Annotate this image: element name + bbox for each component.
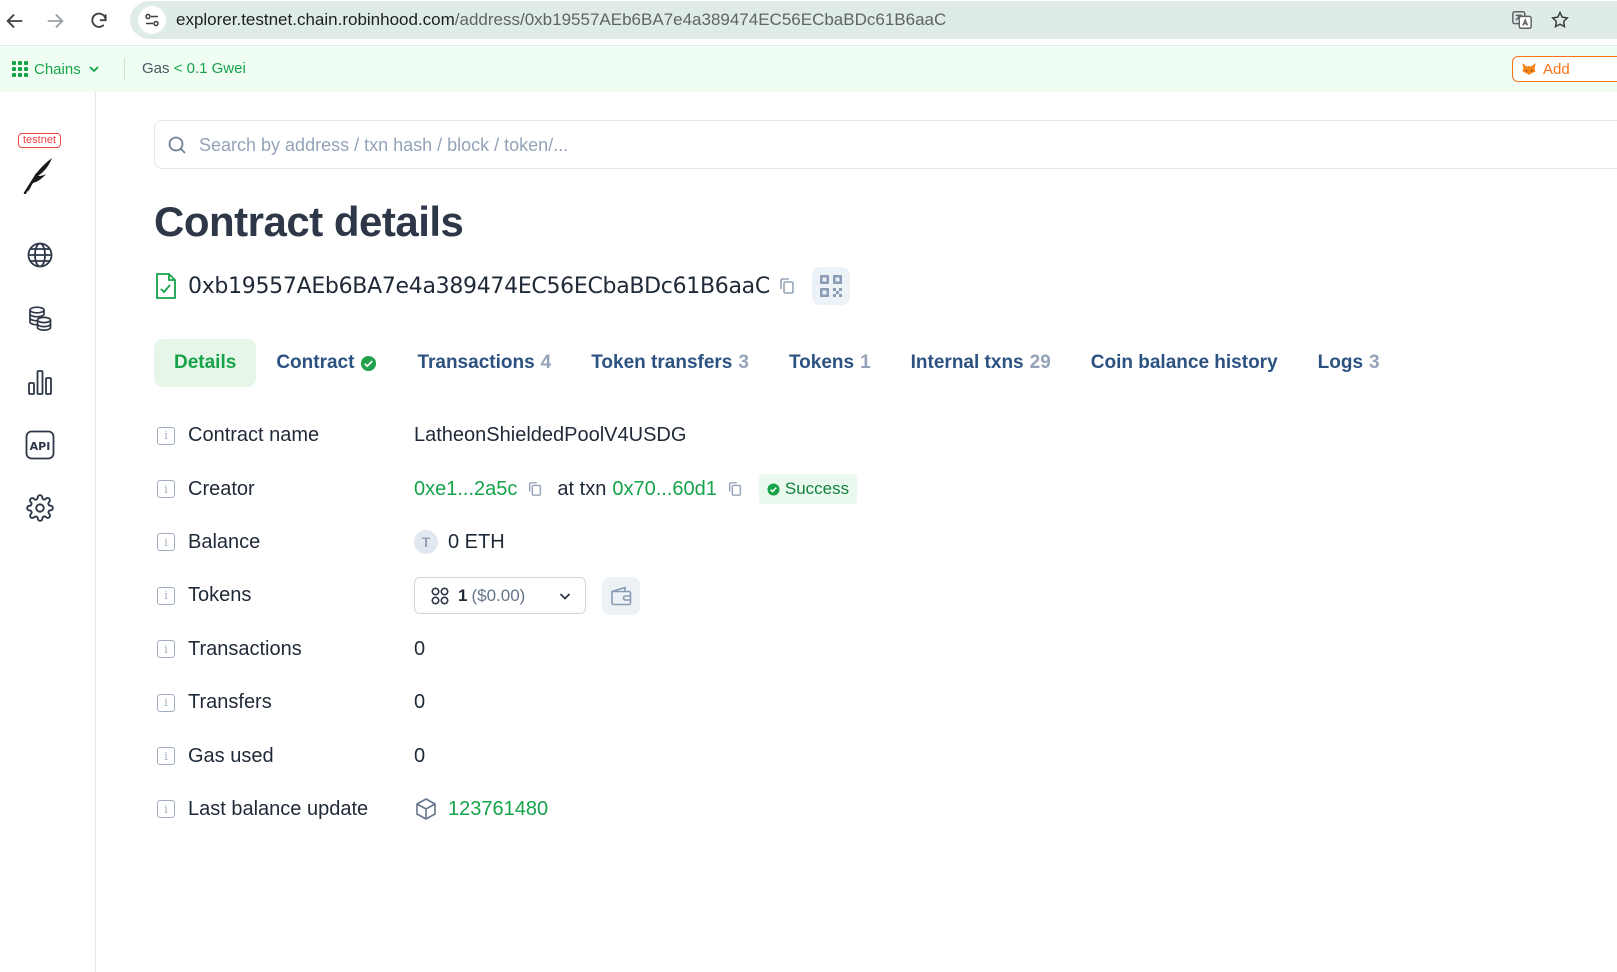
detail-row-contract-name: i Contract name LatheonShieldedPoolV4USD… [154, 409, 1254, 462]
info-icon[interactable]: i [157, 586, 175, 605]
chevron-down-icon [559, 593, 571, 600]
api-icon[interactable]: API [22, 427, 58, 463]
browser-toolbar: explorer.testnet.chain.robinhood.com/add… [0, 0, 1617, 46]
detail-label: Transfers [188, 691, 272, 714]
native-coin-icon: T [414, 530, 438, 555]
block-cube-icon [416, 798, 436, 821]
search-icon [168, 136, 186, 154]
tokens-value: 1 ($0.00) [414, 576, 640, 615]
gas-price: Gas < 0.1 Gwei [142, 60, 246, 77]
copy-icon[interactable] [778, 277, 796, 295]
testnet-badge: testnet [18, 133, 62, 148]
detail-label: Gas used [188, 744, 274, 767]
tab-transactions[interactable]: Transactions 4 [397, 339, 571, 387]
connect-wallet-button[interactable]: Add [1512, 56, 1617, 82]
top-info-bar: Chains Gas < 0.1 Gwei Add [0, 46, 1617, 92]
balance-value: T 0 ETH [414, 530, 505, 555]
reload-icon[interactable] [84, 6, 114, 36]
detail-label: Contract name [188, 424, 320, 447]
tab-logs[interactable]: Logs 3 [1298, 339, 1400, 387]
chevron-down-icon [89, 66, 99, 73]
contract-address: 0xb19557AEb6BA7e4a389474EC56ECbaBDc61B6a… [188, 273, 770, 299]
detail-label: Transactions [188, 637, 302, 660]
bar-chart-icon[interactable] [22, 364, 58, 400]
tokens-grid-icon [431, 587, 449, 605]
detail-row-transactions: i Transactions 0 [154, 623, 1254, 676]
qr-code-icon [819, 275, 842, 297]
bookmark-star-icon[interactable] [1546, 6, 1574, 34]
at-txn-label: at txn [557, 477, 607, 500]
info-icon[interactable]: i [157, 426, 175, 445]
detail-row-last-balance-update: i Last balance update 123761480 [154, 783, 1254, 836]
detail-row-transfers: i Transfers 0 [154, 676, 1254, 729]
coins-icon[interactable] [22, 300, 58, 336]
metamask-fox-icon [1522, 63, 1536, 75]
page-title: Contract details [154, 198, 464, 245]
info-icon[interactable]: i [157, 693, 175, 712]
tab-contract[interactable]: Contract [256, 339, 397, 387]
chains-label: Chains [34, 60, 81, 78]
tab-internal-txns[interactable]: Internal txns 29 [891, 339, 1071, 387]
creation-txn-link[interactable]: 0x70...60d1 [612, 478, 717, 501]
apps-grid-icon [12, 61, 28, 77]
info-icon[interactable]: i [157, 747, 175, 766]
connect-wallet-label: Add [1543, 60, 1570, 78]
creator-address-link[interactable]: 0xe1...2a5c [414, 478, 517, 501]
address-tabs: Details Contract Transactions 4 Token tra… [154, 339, 1400, 387]
details-list: i Contract name LatheonShieldedPoolV4USD… [154, 409, 1254, 836]
detail-row-creator: i Creator 0xe1...2a5c at txn 0x70...60d1… [154, 462, 1254, 515]
wallet-button[interactable] [602, 576, 640, 615]
tab-tokens[interactable]: Tokens 1 [769, 339, 891, 387]
contract-name-value: LatheonShieldedPoolV4USDG [414, 424, 687, 447]
site-settings-icon[interactable] [138, 6, 166, 34]
detail-row-balance: i Balance T 0 ETH [154, 516, 1254, 569]
gas-used-value: 0 [414, 744, 426, 767]
verified-check-icon [361, 355, 377, 371]
tab-coin-balance-history[interactable]: Coin balance history [1071, 339, 1298, 387]
address-bar[interactable]: explorer.testnet.chain.robinhood.com/add… [130, 1, 1617, 39]
tokens-dropdown[interactable]: 1 ($0.00) [414, 577, 586, 615]
status-badge: Success [758, 474, 858, 505]
info-icon[interactable]: i [157, 640, 175, 659]
chains-menu-button[interactable]: Chains [12, 58, 101, 80]
wallet-icon [611, 586, 632, 606]
tab-token-transfers[interactable]: Token transfers 3 [571, 339, 769, 387]
divider [124, 58, 125, 80]
search-box [154, 120, 1617, 169]
success-check-icon [767, 483, 780, 496]
last-balance-update-value: 123761480 [414, 797, 548, 821]
search-input[interactable] [199, 131, 1599, 159]
contract-address-row: 0xb19557AEb6BA7e4a389474EC56ECbaBDc61B6a… [154, 267, 850, 305]
gear-icon[interactable] [22, 490, 58, 526]
info-icon[interactable]: i [157, 800, 175, 819]
info-icon[interactable]: i [157, 480, 175, 499]
info-icon[interactable]: i [157, 533, 175, 552]
transfers-value: 0 [414, 691, 426, 714]
detail-label: Balance [188, 530, 261, 553]
svg-text:API: API [30, 440, 51, 453]
tab-details[interactable]: Details [154, 339, 257, 387]
contract-file-icon [156, 273, 176, 299]
creator-value: 0xe1...2a5c at txn 0x70...60d1 Success [414, 474, 858, 505]
detail-row-tokens: i Tokens 1 ($0.00) [154, 569, 1254, 622]
forward-icon[interactable] [40, 6, 70, 36]
detail-label: Last balance update [188, 797, 369, 820]
globe-icon[interactable] [22, 237, 58, 273]
copy-icon[interactable] [527, 481, 543, 497]
block-number-link[interactable]: 123761480 [448, 798, 548, 821]
copy-icon[interactable] [727, 481, 743, 497]
detail-row-gas-used: i Gas used 0 [154, 729, 1254, 782]
translate-icon[interactable] [1508, 6, 1536, 34]
sidebar: testnet API [0, 92, 96, 972]
robinhood-feather-logo[interactable] [22, 154, 54, 194]
back-icon[interactable] [0, 6, 30, 36]
url-text: explorer.testnet.chain.robinhood.com/add… [176, 10, 947, 29]
detail-label: Tokens [188, 584, 252, 607]
detail-label: Creator [188, 477, 255, 500]
qr-code-button[interactable] [811, 267, 850, 305]
transactions-value: 0 [414, 637, 426, 660]
